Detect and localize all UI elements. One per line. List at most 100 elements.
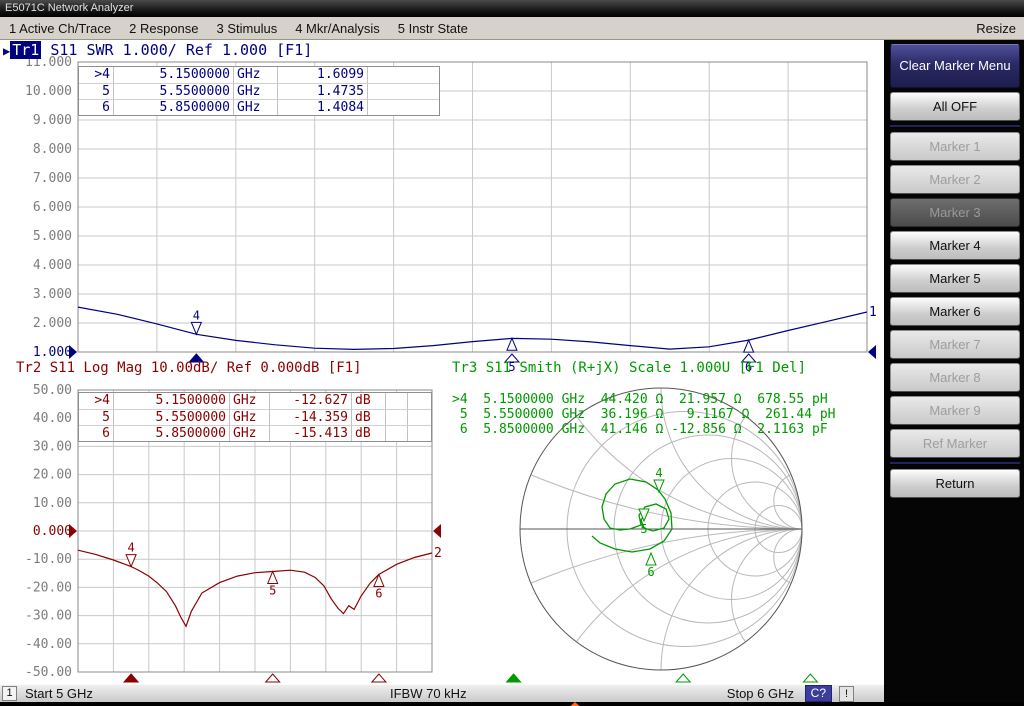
trace1-header-text: S11 SWR 1.000/ Ref 1.000 [F1] (41, 41, 312, 59)
marker-cell: GHz (233, 67, 277, 83)
svg-text:2.000: 2.000 (33, 316, 72, 331)
svg-text:2: 2 (434, 546, 442, 561)
trace2-header[interactable]: Tr2 S11 Log Mag 10.00dB/ Ref 0.000dB [F1… (16, 360, 362, 376)
softkey-buttons: All OFF Marker 1 Marker 2 Marker 3 Marker 4 M… (884, 92, 1024, 498)
sidebar-button-all-off[interactable]: All OFF (890, 92, 1020, 121)
measurement-display: 11.00010.0009.0008.0007.0006.0005.0004.0… (0, 40, 884, 684)
marker-cell: GHz (233, 83, 277, 99)
menu-active-ch-trace[interactable]: 1 Active Ch/Trace (0, 21, 120, 36)
svg-text:5.000: 5.000 (33, 229, 72, 244)
svg-text:-40.00: -40.00 (25, 637, 72, 652)
svg-text:30.00: 30.00 (33, 439, 72, 454)
svg-text:10.000: 10.000 (25, 84, 72, 99)
marker-cell: 5.5500000 (113, 409, 229, 425)
marker-cell: 1.6099 (277, 67, 367, 83)
marker-cell: GHz (229, 409, 269, 425)
sweep-position-icon (568, 702, 582, 706)
marker-cell: 5.8500000 (113, 99, 233, 115)
svg-text:5: 5 (640, 522, 647, 536)
menu-bar: 1 Active Ch/Trace 2 Response 3 Stimulus … (0, 17, 1024, 40)
softkey-divider (890, 462, 1020, 465)
marker-cell: dB (351, 393, 385, 409)
sidebar-button-marker-3[interactable]: Marker 3 (890, 198, 1020, 227)
svg-text:1.000: 1.000 (33, 345, 72, 360)
marker-cell: 6 (79, 99, 113, 115)
sidebar-button-label: Marker 4 (929, 238, 980, 253)
svg-text:9.000: 9.000 (33, 113, 72, 128)
menu-mkr-analysis[interactable]: 4 Mkr/Analysis (286, 21, 389, 36)
svg-text:50.00: 50.00 (33, 383, 72, 398)
trace3-marker-readout: >4 5.1500000 GHz 44.420 Ω 21.957 Ω 678.5… (452, 392, 836, 437)
sidebar-button-label: Marker 9 (929, 403, 980, 418)
marker-cell: 5 (79, 409, 113, 425)
start-frequency[interactable]: Start 5 GHz (25, 686, 93, 701)
trace3-header[interactable]: Tr3 S11 Smith (R+jX) Scale 1.000U [F1 De… (452, 360, 806, 376)
marker-cell: GHz (229, 425, 269, 441)
svg-text:10.00: 10.00 (33, 496, 72, 511)
marker-cell: 5.8500000 (113, 425, 229, 441)
marker-cell: 5 (79, 83, 113, 99)
trace1-marker-table: >45.1500000GHz1.609955.5500000GHz1.47356… (78, 66, 440, 116)
sidebar-button-ref-marker: Ref Marker (890, 429, 1020, 458)
sidebar-button-label: Marker 8 (929, 370, 980, 385)
sidebar-button-marker-5[interactable]: Marker 5 (890, 264, 1020, 293)
menu-instr-state[interactable]: 5 Instr State (389, 21, 477, 36)
svg-text:40.00: 40.00 (33, 411, 72, 426)
bottom-strip (0, 702, 1024, 706)
svg-text:20.00: 20.00 (33, 468, 72, 483)
sidebar-button-marker-2: Marker 2 (890, 165, 1020, 194)
channel-number-box: 1 (2, 686, 17, 701)
sidebar-button-label: Return (935, 476, 974, 491)
sidebar-button-marker-1: Marker 1 (890, 132, 1020, 161)
marker-readout-line: >4 5.1500000 GHz 44.420 Ω 21.957 Ω 678.5… (452, 392, 836, 407)
menu-stimulus[interactable]: 3 Stimulus (208, 21, 287, 36)
trace2-marker-table: >45.1500000GHz-12.627dB55.5500000GHz-14.… (78, 392, 432, 442)
marker-cell: GHz (233, 99, 277, 115)
correction-status-badge: C? (805, 685, 832, 702)
marker-cell: -15.413 (269, 425, 351, 441)
svg-text:3.000: 3.000 (33, 287, 72, 302)
marker-cell (385, 393, 407, 409)
svg-text:1: 1 (869, 305, 877, 320)
marker-readout-line: 5 5.5500000 GHz 36.196 Ω 9.1167 Ω 261.44… (452, 407, 836, 422)
marker-cell (407, 409, 431, 425)
svg-text:4: 4 (655, 466, 662, 480)
sidebar-button-label: Marker 7 (929, 337, 980, 352)
sidebar-button-marker-6[interactable]: Marker 6 (890, 297, 1020, 326)
svg-text:-30.00: -30.00 (25, 609, 72, 624)
sidebar-button-label: Marker 5 (929, 271, 980, 286)
sidebar-button-marker-9: Marker 9 (890, 396, 1020, 425)
sidebar-button-label: Marker 2 (929, 172, 980, 187)
alert-indicator: ! (839, 686, 854, 702)
svg-text:7.000: 7.000 (33, 171, 72, 186)
marker-cell: dB (351, 409, 385, 425)
sidebar-button-return[interactable]: Return (890, 469, 1020, 498)
trace1-chip: Tr1 (10, 41, 41, 59)
sidebar-button-label: All OFF (933, 99, 977, 114)
status-bar: 1 Start 5 GHz IFBW 70 kHz Stop 6 GHz C? … (0, 684, 884, 702)
marker-cell (407, 425, 431, 441)
ifbw-value[interactable]: IFBW 70 kHz (390, 686, 467, 701)
svg-text:6: 6 (375, 586, 382, 600)
svg-text:-10.00: -10.00 (25, 552, 72, 567)
svg-text:8.000: 8.000 (33, 142, 72, 157)
marker-cell (385, 409, 407, 425)
sidebar-button-label: Marker 3 (929, 205, 980, 220)
svg-text:-20.00: -20.00 (25, 580, 72, 595)
sidebar-button-marker-4[interactable]: Marker 4 (890, 231, 1020, 260)
svg-text:-50.00: -50.00 (25, 665, 72, 680)
marker-cell: dB (351, 425, 385, 441)
svg-text:4: 4 (127, 541, 134, 555)
sidebar-button-label: Ref Marker (923, 436, 987, 451)
stop-frequency[interactable]: Stop 6 GHz (727, 686, 794, 701)
menu-response[interactable]: 2 Response (120, 21, 207, 36)
svg-text:6: 6 (647, 565, 654, 579)
softkey-menu-panel: Clear Marker Menu All OFFMarker 1Marker … (884, 40, 1024, 684)
marker-cell (407, 393, 431, 409)
trace1-header[interactable]: ▶Tr1 S11 SWR 1.000/ Ref 1.000 [F1] (3, 41, 312, 59)
marker-cell: GHz (229, 393, 269, 409)
menu-resize[interactable]: Resize (968, 21, 1024, 36)
svg-text:4.000: 4.000 (33, 258, 72, 273)
marker-cell: -14.359 (269, 409, 351, 425)
marker-cell: -12.627 (269, 393, 351, 409)
